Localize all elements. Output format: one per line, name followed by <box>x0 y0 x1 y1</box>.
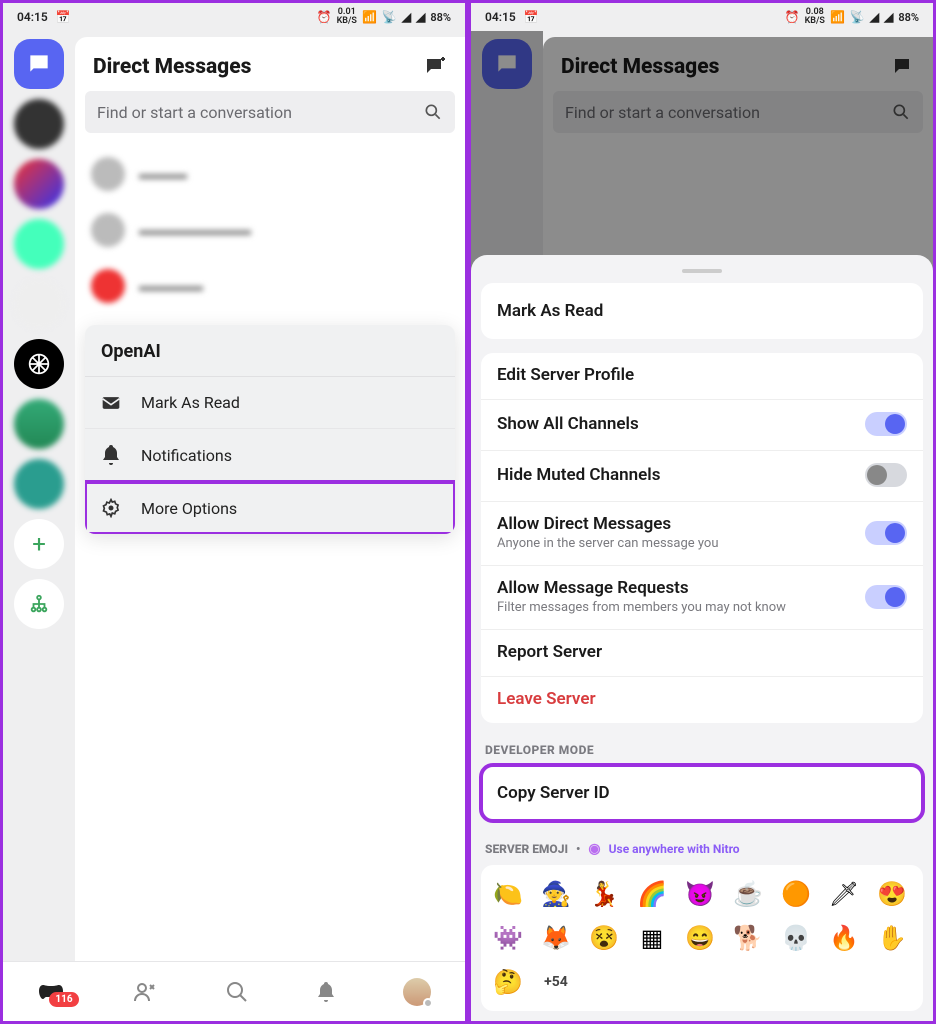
emoji[interactable]: 🤔 <box>489 963 527 1001</box>
emoji-more[interactable]: +54 <box>537 963 575 1001</box>
server-avatar[interactable] <box>14 459 64 509</box>
status-bar: 04:15 📅 ⏰ 0.08KB/S 📶 📡 ◢◢ 88% <box>471 3 933 31</box>
emoji[interactable]: 😄 <box>681 919 719 957</box>
emoji[interactable]: 👾 <box>489 919 527 957</box>
wifi-icon: 📶 <box>830 10 845 24</box>
emoji[interactable]: 😈 <box>681 875 719 913</box>
emoji[interactable]: 😵 <box>585 919 623 957</box>
new-dm-icon[interactable] <box>423 55 447 79</box>
calendar-icon: 📅 <box>524 10 539 24</box>
server-context-menu: OpenAI Mark As Read Notifications More O… <box>85 325 455 534</box>
lte-icon: 📡 <box>382 10 397 24</box>
screenshot-left: 04:15 📅 ⏰ 0.01KB/S 📶 📡 ◢◢ 88% + <box>0 0 468 1024</box>
wifi-icon: 📶 <box>362 10 377 24</box>
search-input[interactable]: Find or start a conversation <box>85 91 455 133</box>
dm-item[interactable]: ▬▬▬▬▬▬▬ <box>85 205 455 255</box>
leave-server[interactable]: Leave Server <box>481 676 923 723</box>
emoji[interactable]: ▦ <box>633 919 671 957</box>
emoji[interactable]: ✋ <box>873 919 911 957</box>
emoji[interactable]: 🟠 <box>777 875 815 913</box>
emoji[interactable]: 🗡 <box>825 875 863 913</box>
nav-badge: 116 <box>49 992 78 1007</box>
server-emoji-label: SERVER EMOJI <box>485 842 568 856</box>
server-openai[interactable] <box>14 339 64 389</box>
toggle-on[interactable] <box>865 585 907 609</box>
emoji-grid: 🍋 🧙 💃 🌈 😈 ☕ 🟠 🗡 😍 👾 🦊 😵 ▦ 😄 🐕 💀 <box>481 865 923 1011</box>
bell-icon <box>101 445 121 465</box>
page-title: Direct Messages <box>93 55 251 79</box>
allow-req-toggle[interactable]: Allow Message RequestsFilter messages fr… <box>481 565 923 629</box>
nav-home[interactable]: 116 <box>37 981 65 1003</box>
server-avatar[interactable] <box>14 159 64 209</box>
calendar-icon: 📅 <box>56 10 71 24</box>
dm-item[interactable]: ▬▬▬▬ <box>85 261 455 311</box>
lte-icon: 📡 <box>850 10 865 24</box>
gear-icon <box>101 498 121 518</box>
mark-as-read[interactable]: Mark As Read <box>481 283 923 339</box>
server-list: + <box>3 31 75 961</box>
nav-search[interactable] <box>225 980 249 1004</box>
server-avatar[interactable] <box>14 219 64 269</box>
mail-icon <box>101 395 121 411</box>
show-all-channels-toggle[interactable]: Show All Channels <box>481 399 923 450</box>
emoji[interactable]: 🦊 <box>537 919 575 957</box>
dm-item[interactable]: ▬▬▬ <box>85 149 455 199</box>
discover-button[interactable] <box>14 579 64 629</box>
emoji[interactable]: 🐕 <box>729 919 767 957</box>
nitro-icon: ◉ <box>588 841 600 857</box>
copy-server-id[interactable]: Copy Server ID <box>481 765 923 821</box>
toggle-on[interactable] <box>865 521 907 545</box>
emoji[interactable]: 😍 <box>873 875 911 913</box>
nav-friends[interactable] <box>132 981 158 1003</box>
server-avatar[interactable] <box>14 399 64 449</box>
nitro-link[interactable]: Use anywhere with Nitro <box>609 842 740 856</box>
hide-muted-toggle[interactable]: Hide Muted Channels <box>481 450 923 501</box>
emoji[interactable]: 🌈 <box>633 875 671 913</box>
emoji[interactable]: 💃 <box>585 875 623 913</box>
alarm-icon: ⏰ <box>317 10 332 24</box>
dm-home-button[interactable] <box>14 39 64 89</box>
context-more-options[interactable]: More Options <box>85 482 455 534</box>
status-bar: 04:15 📅 ⏰ 0.01KB/S 📶 📡 ◢◢ 88% <box>3 3 465 31</box>
emoji[interactable]: 🔥 <box>825 919 863 957</box>
bottom-sheet-scrim[interactable]: Mark As Read Edit Server Profile Show Al… <box>471 31 933 1021</box>
nav-profile[interactable] <box>403 978 431 1006</box>
search-icon <box>423 102 443 122</box>
avatar <box>403 978 431 1006</box>
nav-notifications[interactable] <box>316 980 336 1004</box>
bottom-nav: 116 <box>3 961 465 1021</box>
dm-panel: Direct Messages Find or start a conversa… <box>75 37 465 961</box>
emoji[interactable]: 💀 <box>777 919 815 957</box>
developer-mode-label: DEVELOPER MODE <box>481 737 923 765</box>
context-mark-read[interactable]: Mark As Read <box>85 377 455 429</box>
allow-dm-toggle[interactable]: Allow Direct MessagesAnyone in the serve… <box>481 501 923 565</box>
server-options-sheet: Mark As Read Edit Server Profile Show Al… <box>471 255 933 1021</box>
emoji[interactable]: 🧙 <box>537 875 575 913</box>
toggle-off[interactable] <box>865 463 907 487</box>
alarm-icon: ⏰ <box>785 10 800 24</box>
emoji[interactable]: 🍋 <box>489 875 527 913</box>
server-avatar[interactable] <box>14 99 64 149</box>
server-avatar[interactable] <box>14 279 64 329</box>
context-notifications[interactable]: Notifications <box>85 429 455 482</box>
sheet-grabber[interactable] <box>682 269 722 273</box>
add-server-button[interactable]: + <box>14 519 64 569</box>
report-server[interactable]: Report Server <box>481 629 923 676</box>
edit-server-profile[interactable]: Edit Server Profile <box>481 353 923 399</box>
context-title: OpenAI <box>85 325 455 377</box>
emoji[interactable]: ☕ <box>729 875 767 913</box>
toggle-on[interactable] <box>865 412 907 436</box>
screenshot-right: 04:15 📅 ⏰ 0.08KB/S 📶 📡 ◢◢ 88% Direct Mes… <box>468 0 936 1024</box>
